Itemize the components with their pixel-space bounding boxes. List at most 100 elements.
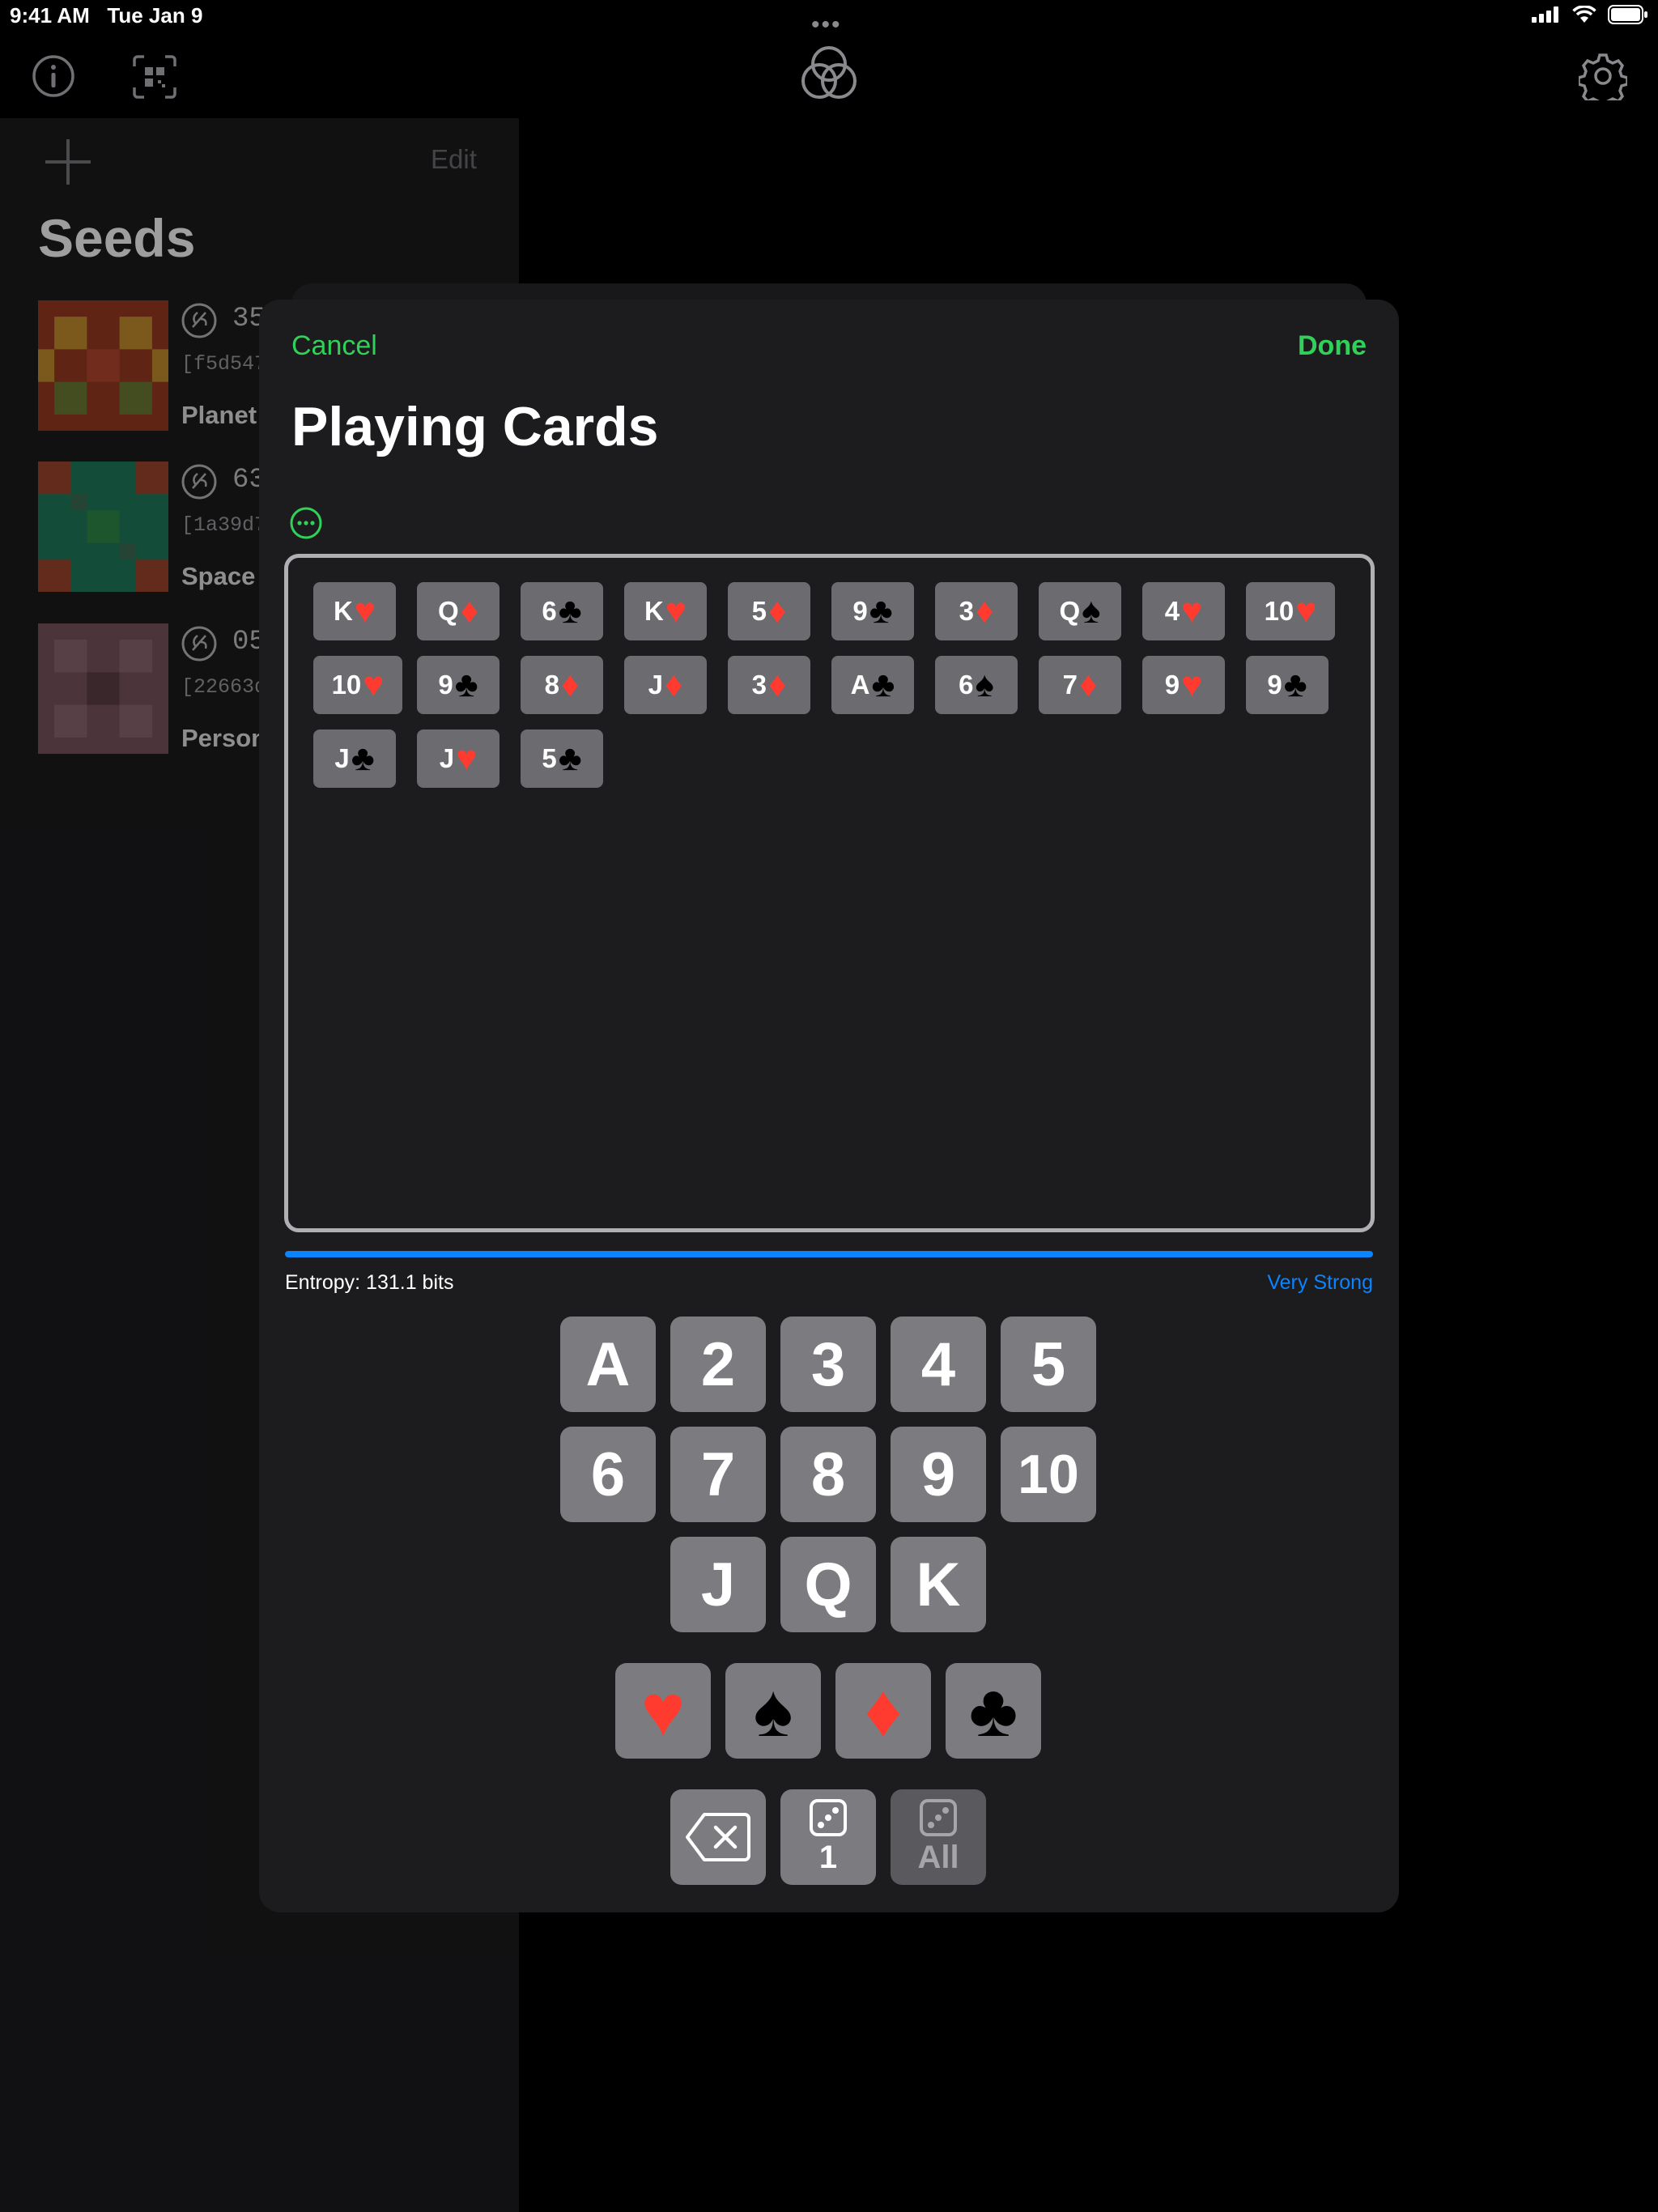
key-suit-spades[interactable]: ♠ (725, 1663, 821, 1759)
key-suit-clubs[interactable]: ♣ (946, 1663, 1041, 1759)
key-suit-hearts[interactable]: ♥ (615, 1663, 711, 1759)
card-suit: ♦ (975, 591, 994, 631)
key-rank-k[interactable]: K (891, 1537, 986, 1632)
card-chip: 10 ♥ (1246, 582, 1335, 640)
card-chip: 6 ♣ (521, 582, 603, 640)
multitasking-dots[interactable]: ••• (811, 11, 842, 39)
card-chip: 5 ♦ (728, 582, 810, 640)
status-time: 9:41 AM Tue Jan 9 (10, 3, 203, 28)
key-rank-7[interactable]: 7 (670, 1427, 766, 1522)
card-chip: A ♣ (831, 656, 914, 714)
card-suit: ♥ (354, 591, 376, 631)
card-rank: J (439, 743, 455, 773)
card-chip: 9 ♥ (1142, 656, 1225, 714)
gear-icon[interactable] (1579, 52, 1627, 100)
card-suit: ♣ (869, 591, 893, 631)
key-rank-a[interactable]: A (560, 1317, 656, 1412)
card-suit: ♦ (664, 665, 683, 704)
card-suit: ♣ (454, 665, 478, 704)
status-bar: 9:41 AM Tue Jan 9 ••• (0, 0, 1658, 38)
card-rank: J (648, 670, 663, 700)
card-chip: 7 ♦ (1039, 656, 1121, 714)
playing-cards-sheet: Cancel Done Playing Cards K ♥ Q ♦ 6 ♣ K ♥ 5 ♦ 9 ♣ 3 ♦… (259, 300, 1399, 1912)
card-chip: 9 ♣ (831, 582, 914, 640)
card-rank: 8 (544, 670, 559, 700)
card-rank: 5 (751, 596, 767, 626)
key-suit-diamonds[interactable]: ♦ (835, 1663, 931, 1759)
card-suit: ♦ (460, 591, 479, 631)
card-suit: ♦ (1078, 665, 1098, 704)
die-icon (920, 1798, 957, 1836)
card-rank: 10 (1264, 596, 1295, 626)
card-rank: Q (1059, 596, 1081, 626)
card-chip: J ♥ (417, 730, 500, 788)
roll-one-label: 1 (818, 1839, 838, 1875)
page-title: Playing Cards (291, 396, 659, 457)
key-rank-j[interactable]: J (670, 1537, 766, 1632)
card-rank: 9 (1267, 670, 1282, 700)
status-indicators (1532, 5, 1648, 24)
card-chip: J ♣ (313, 730, 396, 788)
cancel-button[interactable]: Cancel (291, 330, 377, 362)
card-suit: ♥ (665, 591, 687, 631)
card-rank: 5 (542, 743, 557, 773)
delete-backward-icon (686, 1813, 750, 1861)
wifi-icon (1572, 6, 1596, 23)
card-rank: 7 (1062, 670, 1078, 700)
entropy-label: Entropy: 131.1 bits (285, 1271, 454, 1294)
card-rank: Q (437, 596, 459, 626)
card-rank: 6 (959, 670, 974, 700)
app-logo-icon (801, 46, 857, 99)
card-rank: 9 (852, 596, 868, 626)
card-suit: ♥ (1181, 591, 1203, 631)
card-rank: J (334, 743, 350, 773)
card-chip: 9 ♣ (417, 656, 500, 714)
key-rank-6[interactable]: 6 (560, 1427, 656, 1522)
roll-one-button[interactable]: 1 (780, 1789, 876, 1885)
cards-display[interactable]: K ♥ Q ♦ 6 ♣ K ♥ 5 ♦ 9 ♣ 3 ♦ Q ♠ 4 ♥ 10 ♥ 10 ♥ 9 ♣ 8 ♦ J ♦ 3 ♦ A ♣ 6 ♠ 7 ♦ 9 ♥… (284, 554, 1375, 1232)
card-suit: ♣ (871, 665, 895, 704)
battery-icon (1608, 5, 1647, 24)
card-suit: ♥ (456, 738, 478, 778)
card-rank: K (644, 596, 664, 626)
card-rank: 9 (1164, 670, 1180, 700)
qr-scan-icon[interactable] (133, 55, 176, 99)
card-chip: K ♥ (624, 582, 707, 640)
card-chip: K ♥ (313, 582, 396, 640)
card-rank: 6 (542, 596, 557, 626)
card-suit: ♦ (560, 665, 580, 704)
done-button[interactable]: Done (1298, 330, 1367, 362)
card-chip: 3 ♦ (935, 582, 1018, 640)
card-suit: ♣ (558, 591, 582, 631)
card-rank: A (850, 670, 870, 700)
card-chip: 9 ♣ (1246, 656, 1329, 714)
roll-all-button[interactable]: All (891, 1789, 986, 1885)
card-chip: 5 ♣ (521, 730, 603, 788)
delete-button[interactable] (670, 1789, 766, 1885)
card-suit: ♣ (351, 738, 375, 778)
key-rank-3[interactable]: 3 (780, 1317, 876, 1412)
card-rank: K (334, 596, 353, 626)
card-chip: 6 ♠ (935, 656, 1018, 714)
card-rank: 9 (438, 670, 453, 700)
card-suit: ♦ (767, 665, 787, 704)
more-options-icon[interactable] (290, 507, 322, 539)
key-rank-4[interactable]: 4 (891, 1317, 986, 1412)
key-rank-q[interactable]: Q (780, 1537, 876, 1632)
info-icon[interactable] (31, 53, 76, 99)
card-suit: ♠ (1082, 591, 1101, 631)
card-chip: Q ♠ (1039, 582, 1121, 640)
card-chip: 4 ♥ (1142, 582, 1225, 640)
key-rank-8[interactable]: 8 (780, 1427, 876, 1522)
key-rank-10[interactable]: 10 (1001, 1427, 1096, 1522)
card-suit: ♣ (558, 738, 582, 778)
roll-all-label: All (917, 1839, 959, 1875)
card-suit: ♠ (975, 665, 994, 704)
key-rank-2[interactable]: 2 (670, 1317, 766, 1412)
card-rank: 3 (751, 670, 767, 700)
key-rank-5[interactable]: 5 (1001, 1317, 1096, 1412)
card-chip: 10 ♥ (313, 656, 402, 714)
entropy-meter-fill (285, 1251, 1373, 1257)
entropy-meter (285, 1251, 1373, 1257)
key-rank-9[interactable]: 9 (891, 1427, 986, 1522)
